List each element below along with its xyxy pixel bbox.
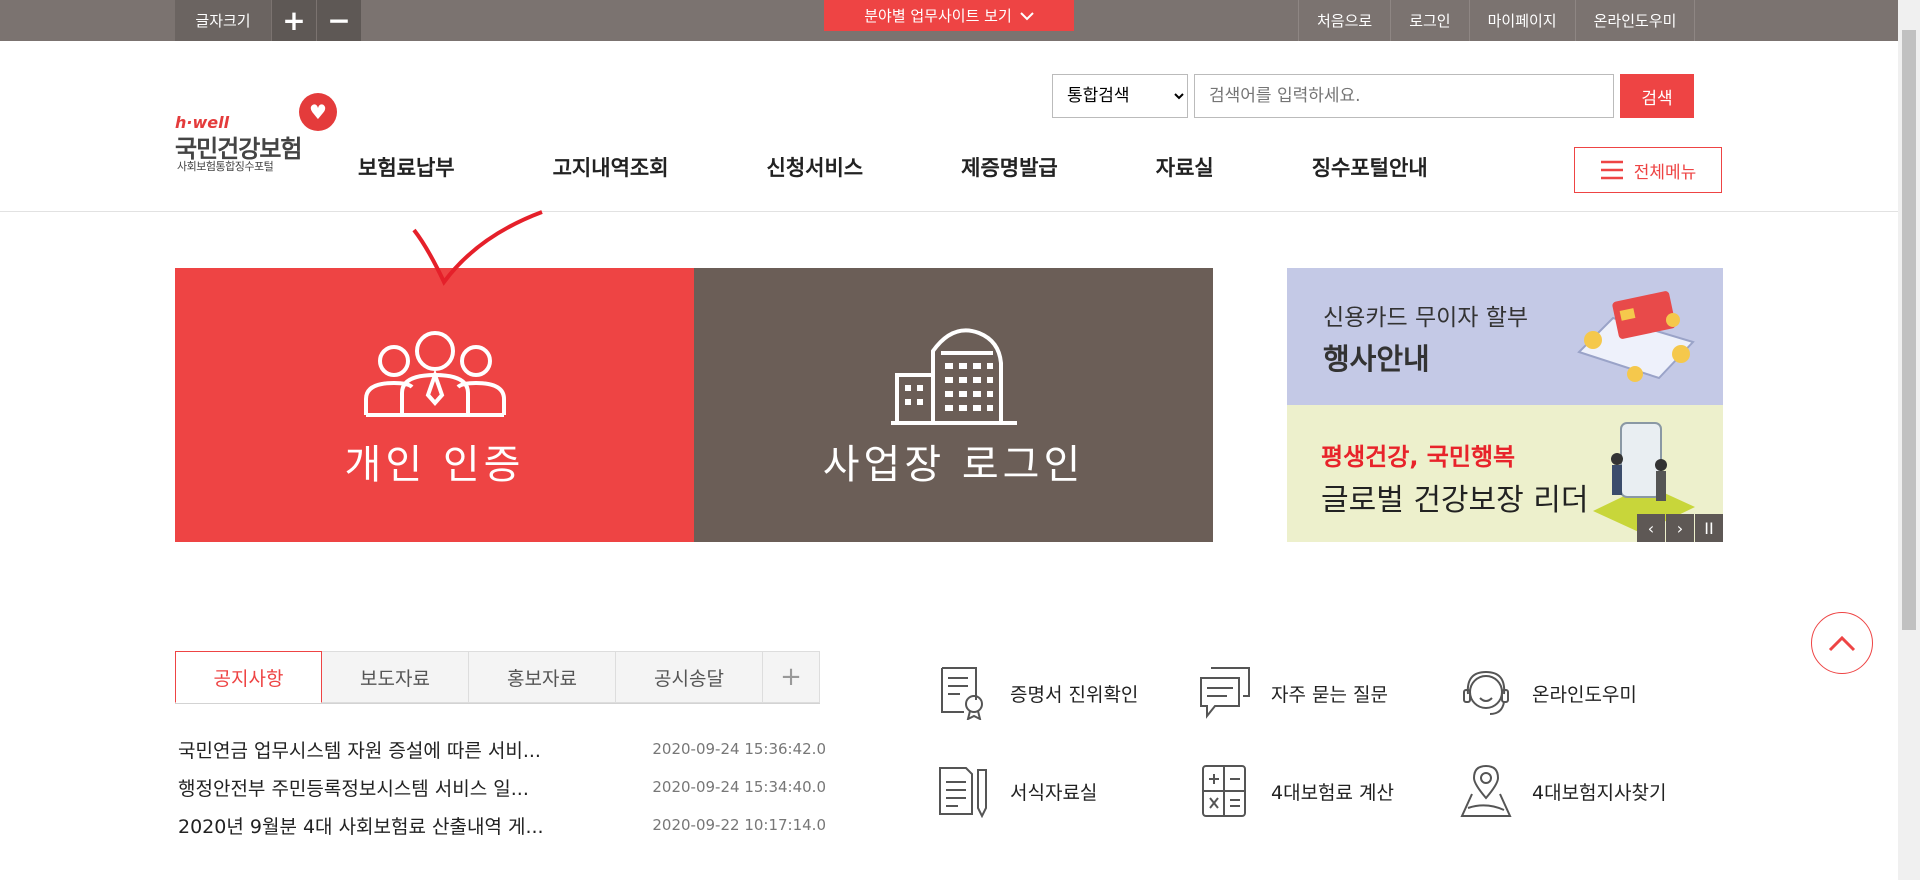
checkmark-annotation-icon xyxy=(412,210,543,286)
quick-faq[interactable]: 자주 묻는 질문 xyxy=(1199,665,1460,721)
tab-promo[interactable]: 홍보자료 xyxy=(469,651,616,703)
banner-pause-button[interactable]: II xyxy=(1695,514,1723,542)
banner-1-line-1: 신용카드 무이자 할부 xyxy=(1323,305,1529,331)
scrollbar-thumb[interactable] xyxy=(1902,30,1916,630)
business-login-card[interactable]: 사업장 로그인 xyxy=(694,268,1213,542)
banner-card-installment[interactable]: 신용카드 무이자 할부 행사안내 xyxy=(1287,268,1723,405)
banner-2-line-2: 글로벌 건강보장 리더 xyxy=(1321,483,1589,518)
scrollbar[interactable] xyxy=(1898,0,1920,880)
notice-title[interactable]: 국민연금 업무시스템 자원 증설에 따른 서비... xyxy=(178,736,541,763)
notice-title[interactable]: 행정안전부 주민등록정보시스템 서비스 일... xyxy=(178,774,529,801)
personal-auth-card[interactable]: 개인 인증 xyxy=(175,268,694,542)
search-button[interactable]: 검색 xyxy=(1620,74,1694,118)
search-scope-select[interactable]: 통합검색 xyxy=(1052,74,1188,118)
top-links: 처음으로 로그인 마이페이지 온라인도우미 xyxy=(1298,0,1696,41)
notice-date: 2020-09-24 15:36:42.0 xyxy=(652,740,826,758)
banner-2-line-1: 평생건강, 국민행복 xyxy=(1321,443,1516,471)
list-item[interactable]: 행정안전부 주민등록정보시스템 서비스 일... 2020-09-24 15:3… xyxy=(178,768,826,806)
quick-label: 증명서 진위확인 xyxy=(1010,683,1139,706)
tab-public-notice[interactable]: 공시송달 xyxy=(616,651,763,703)
quick-forms[interactable]: 서식자료실 xyxy=(938,763,1199,819)
all-menu-label: 전체메뉴 xyxy=(1633,162,1697,183)
notice-date: 2020-09-22 10:17:14.0 xyxy=(652,816,826,834)
home-link[interactable]: 처음으로 xyxy=(1298,0,1390,41)
all-menu-button[interactable]: 전체메뉴 xyxy=(1574,147,1722,193)
mypage-link[interactable]: 마이페이지 xyxy=(1468,0,1575,41)
quick-label: 자주 묻는 질문 xyxy=(1271,683,1388,706)
quick-links: 증명서 진위확인 자주 묻는 질문 온라인도우미 서식자료실 4대보험료 계산 … xyxy=(938,665,1721,819)
personal-auth-label: 개인 인증 xyxy=(344,442,525,488)
notice-title[interactable]: 2020년 9월분 4대 사회보험료 산출내역 게... xyxy=(178,812,544,839)
nav-notice-inquiry[interactable]: 고지내역조회 xyxy=(553,152,669,182)
field-site-label: 분야별 업무사이트 보기 xyxy=(864,7,1012,25)
scroll-to-top-button[interactable] xyxy=(1811,612,1873,674)
tab-more-button[interactable]: + xyxy=(763,651,820,703)
business-login-label: 사업장 로그인 xyxy=(822,442,1085,488)
tab-press[interactable]: 보도자료 xyxy=(322,651,469,703)
notice-list: 국민연금 업무시스템 자원 증설에 따른 서비... 2020-09-24 15… xyxy=(178,730,826,844)
main-navigation: 보험료납부 고지내역조회 신청서비스 제증명발급 자료실 징수포털안내 xyxy=(358,152,1428,182)
hamburger-icon xyxy=(1600,160,1623,180)
calculator-icon xyxy=(1202,765,1246,817)
people-icon xyxy=(363,331,506,417)
banner-global-health[interactable]: 평생건강, 국민행복 글로벌 건강보장 리더 ‹ › II xyxy=(1287,405,1723,542)
login-link[interactable]: 로그인 xyxy=(1390,0,1468,41)
quick-label: 서식자료실 xyxy=(1010,781,1098,804)
quick-certificate-verify[interactable]: 증명서 진위확인 xyxy=(938,665,1199,721)
quick-label: 4대보험지사찾기 xyxy=(1532,781,1667,804)
quick-premium-calculator[interactable]: 4대보험료 계산 xyxy=(1199,763,1460,819)
list-item[interactable]: 2020년 9월분 4대 사회보험료 산출내역 게... 2020-09-22 … xyxy=(178,806,826,844)
quick-label: 온라인도우미 xyxy=(1532,683,1637,706)
nav-premium-payment[interactable]: 보험료납부 xyxy=(358,152,455,182)
banner-next-button[interactable]: › xyxy=(1666,514,1694,542)
building-icon xyxy=(890,328,1017,425)
chevron-down-icon xyxy=(1020,11,1034,20)
headset-icon xyxy=(1463,670,1509,715)
promo-banner[interactable]: 신용카드 무이자 할부 행사안내 평생건강, 국민행복 글로벌 건강보장 리더 … xyxy=(1287,268,1723,542)
font-increase-button[interactable]: + xyxy=(271,0,316,41)
online-help-link[interactable]: 온라인도우미 xyxy=(1574,0,1696,41)
heart-logo-icon: ♥ xyxy=(299,93,337,131)
nav-application-service[interactable]: 신청서비스 xyxy=(767,152,864,182)
phone-credit-card-icon xyxy=(1577,291,1695,382)
notice-date: 2020-09-24 15:34:40.0 xyxy=(652,778,826,796)
chevron-up-icon xyxy=(1828,635,1856,652)
chat-bubble-icon xyxy=(1200,667,1250,719)
quick-branch-finder[interactable]: 4대보험지사찾기 xyxy=(1460,763,1721,819)
site-logo[interactable]: ♥ h·well 국민건강보험 사회보험통합징수포털 xyxy=(175,93,340,173)
search-bar: 통합검색 검색 xyxy=(1052,74,1694,118)
map-pin-icon xyxy=(1460,764,1512,817)
nav-certificate-issue[interactable]: 제증명발급 xyxy=(961,152,1058,182)
banner-prev-button[interactable]: ‹ xyxy=(1637,514,1665,542)
top-utility-bar: 글자크기 + − 분야별 업무사이트 보기 처음으로 로그인 마이페이지 온라인… xyxy=(0,0,1898,41)
certificate-icon xyxy=(941,667,983,720)
font-decrease-button[interactable]: − xyxy=(316,0,361,41)
banner-1-line-2: 행사안내 xyxy=(1323,342,1430,376)
quick-label: 4대보험료 계산 xyxy=(1271,781,1395,804)
font-size-control: 글자크기 + − xyxy=(175,0,361,41)
font-size-label: 글자크기 xyxy=(175,0,271,41)
search-input[interactable] xyxy=(1194,74,1614,118)
header-divider xyxy=(0,211,1898,212)
nav-resources[interactable]: 자료실 xyxy=(1156,152,1214,182)
document-pen-icon xyxy=(939,767,987,818)
nav-portal-guide[interactable]: 징수포털안내 xyxy=(1312,152,1428,182)
board-tabs: 공지사항 보도자료 홍보자료 공시송달 + xyxy=(175,651,820,704)
list-item[interactable]: 국민연금 업무시스템 자원 증설에 따른 서비... 2020-09-24 15… xyxy=(178,730,826,768)
field-site-dropdown[interactable]: 분야별 업무사이트 보기 xyxy=(824,0,1074,31)
quick-online-help[interactable]: 온라인도우미 xyxy=(1460,665,1721,721)
logo-subtitle: 사회보험통합징수포털 xyxy=(177,160,274,173)
banner-controls: ‹ › II xyxy=(1636,514,1723,542)
tab-notices[interactable]: 공지사항 xyxy=(175,651,322,703)
